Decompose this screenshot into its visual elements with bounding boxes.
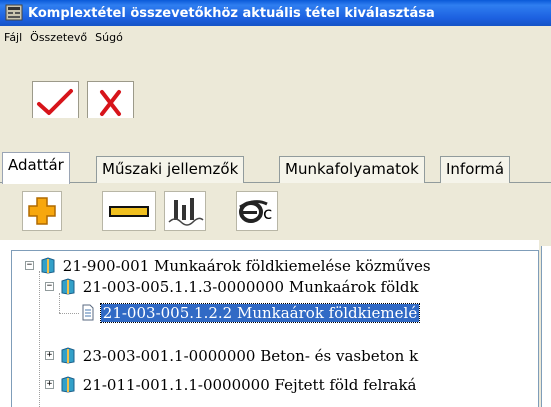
app-icon (5, 4, 23, 21)
ec-button[interactable]: c (236, 191, 278, 231)
book-icon (61, 278, 75, 295)
tree-node[interactable]: 23-003-001.1-0000000 Beton- és vasbeton … (60, 345, 420, 367)
menu-help[interactable]: Súgó (95, 31, 123, 44)
tree-node-selected[interactable]: 21-003-005.1.2.2 Munkaárok földkiemelé (80, 302, 421, 324)
detail-panel (541, 246, 551, 407)
tree-node[interactable]: 21-011-001.1.1-0000000 Fejtett föld felr… (60, 374, 419, 396)
menu-component[interactable]: Összetevő (30, 31, 87, 44)
tree-expander[interactable]: + (45, 380, 54, 389)
add-button[interactable] (22, 191, 62, 231)
tab-adattar[interactable]: Adattár (2, 152, 70, 184)
toolbar-spacer (0, 118, 551, 150)
bar-chart-icon (168, 198, 204, 226)
remove-button[interactable] (102, 191, 156, 231)
document-icon (82, 304, 94, 321)
tree-view[interactable]: − 21-900-001 Munkaárok földkiemelése köz… (11, 250, 539, 407)
tree-node[interactable]: 21-900-001 Munkaárok földkiemelése közmű… (40, 255, 433, 277)
menu-bar: Fájl Összetevő Súgó (0, 26, 551, 48)
tree-expander[interactable]: + (45, 351, 54, 360)
tab-informaciok[interactable]: Informá (440, 156, 511, 183)
book-icon (41, 257, 55, 274)
plus-icon (28, 197, 56, 225)
checkmark-icon (37, 89, 73, 115)
tree-node[interactable]: 21-003-005.1.1.3-0000000 Munkaárok földk (60, 276, 421, 298)
ec-label: c (263, 204, 273, 224)
minus-icon (109, 206, 149, 217)
tree-expander[interactable]: − (25, 261, 34, 270)
window-title: Komplextétel összevetőkhöz aktuális téte… (28, 5, 435, 21)
main-toolbar (0, 48, 551, 118)
red-x-icon (100, 90, 121, 116)
tab-munkafolyamatok[interactable]: Munkafolyamatok (279, 156, 425, 183)
book-icon (61, 376, 75, 393)
tree-expander[interactable]: − (45, 282, 54, 291)
tab-bar: Adattár Műszaki jellemzők Munkafolyamato… (0, 150, 551, 184)
tab-muszaki-jellemzok[interactable]: Műszaki jellemzők (96, 156, 245, 183)
menu-file[interactable]: Fájl (4, 31, 22, 44)
book-icon (61, 347, 75, 364)
title-bar: Komplextétel összevetőkhöz aktuális téte… (0, 0, 551, 26)
chart-button[interactable] (164, 191, 206, 231)
